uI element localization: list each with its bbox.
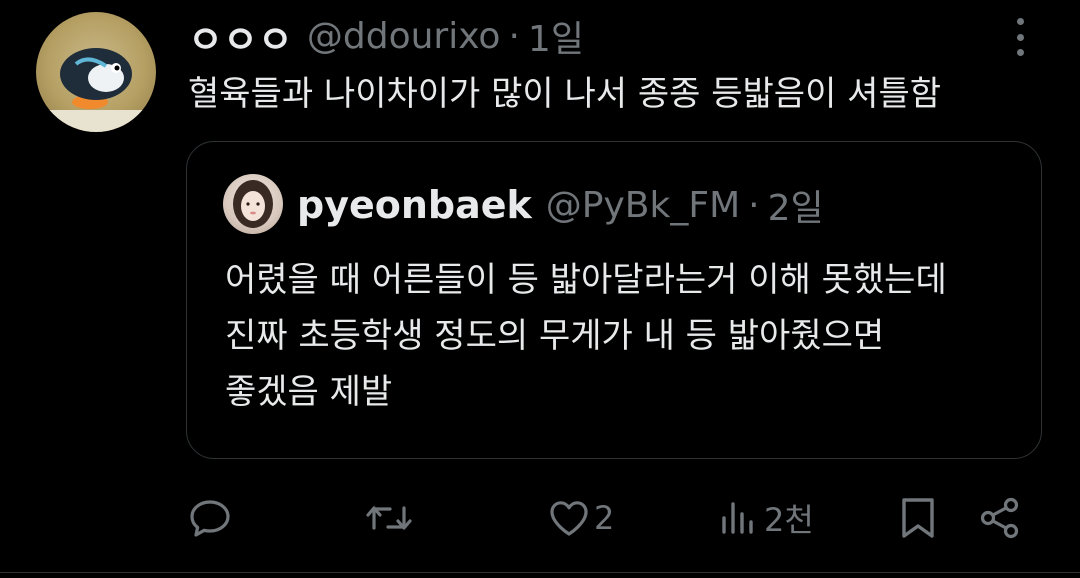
like-button[interactable]: 2 (548, 490, 614, 546)
retweet-button[interactable] (365, 490, 413, 546)
tweet-text: 혈육들과 나이차이가 많이 나서 종종 등밟음이 셔틀함 (188, 74, 942, 114)
reply-icon (190, 500, 230, 537)
author-handle[interactable]: @ddourixo (307, 16, 501, 57)
separator-dot: · (508, 15, 520, 57)
quoted-author-avatar (223, 174, 283, 234)
quoted-tweet-timestamp: 2일 (767, 188, 824, 229)
share-button[interactable] (978, 490, 1022, 546)
author-name[interactable]: ㅇㅇㅇ (188, 9, 293, 64)
views-button[interactable]: 2천 (718, 490, 814, 546)
author-avatar[interactable] (36, 12, 156, 132)
reply-button[interactable] (188, 490, 232, 546)
bookmark-button[interactable] (898, 490, 938, 546)
views-icon (722, 502, 753, 534)
heart-icon (550, 501, 588, 536)
divider (0, 572, 1080, 573)
share-icon (980, 497, 1019, 539)
retweet-icon (366, 506, 412, 530)
quoted-tweet-text: 어렸을 때 어른들이 등 밟아달라는거 이해 못했는데 진짜 초등학생 정도의 … (225, 252, 947, 420)
quoted-text-line: 좋겠음 제발 (225, 372, 393, 412)
views-count: 2천 (764, 501, 814, 539)
quoted-author-name: pyeonbaek (297, 183, 532, 227)
action-bar: 2 2천 (0, 490, 1080, 546)
quoted-text-line: 어렸을 때 어른들이 등 밟아달라는거 이해 못했는데 (225, 260, 947, 300)
quoted-text-line: 진짜 초등학생 정도의 무게가 내 등 밟아줬으면 (225, 316, 885, 356)
quoted-author-handle: @PyBk_FM (545, 184, 741, 226)
penguin-avatar-image (36, 48, 156, 132)
quoted-tweet[interactable]: pyeonbaek @PyBk_FM · 2일 어렸을 때 어른들이 등 밟아달… (186, 141, 1042, 459)
tweet-timestamp[interactable]: 1일 (528, 10, 584, 62)
quoted-tweet-header: pyeonbaek @PyBk_FM · 2일 (297, 178, 824, 232)
more-icon[interactable] (1008, 18, 1032, 56)
like-count: 2 (594, 499, 615, 537)
portrait-avatar-image (233, 180, 273, 228)
separator-dot: · (748, 184, 760, 226)
tweet-header: ㅇㅇㅇ @ddourixo · 1일 (188, 8, 584, 64)
bookmark-icon (902, 498, 934, 538)
